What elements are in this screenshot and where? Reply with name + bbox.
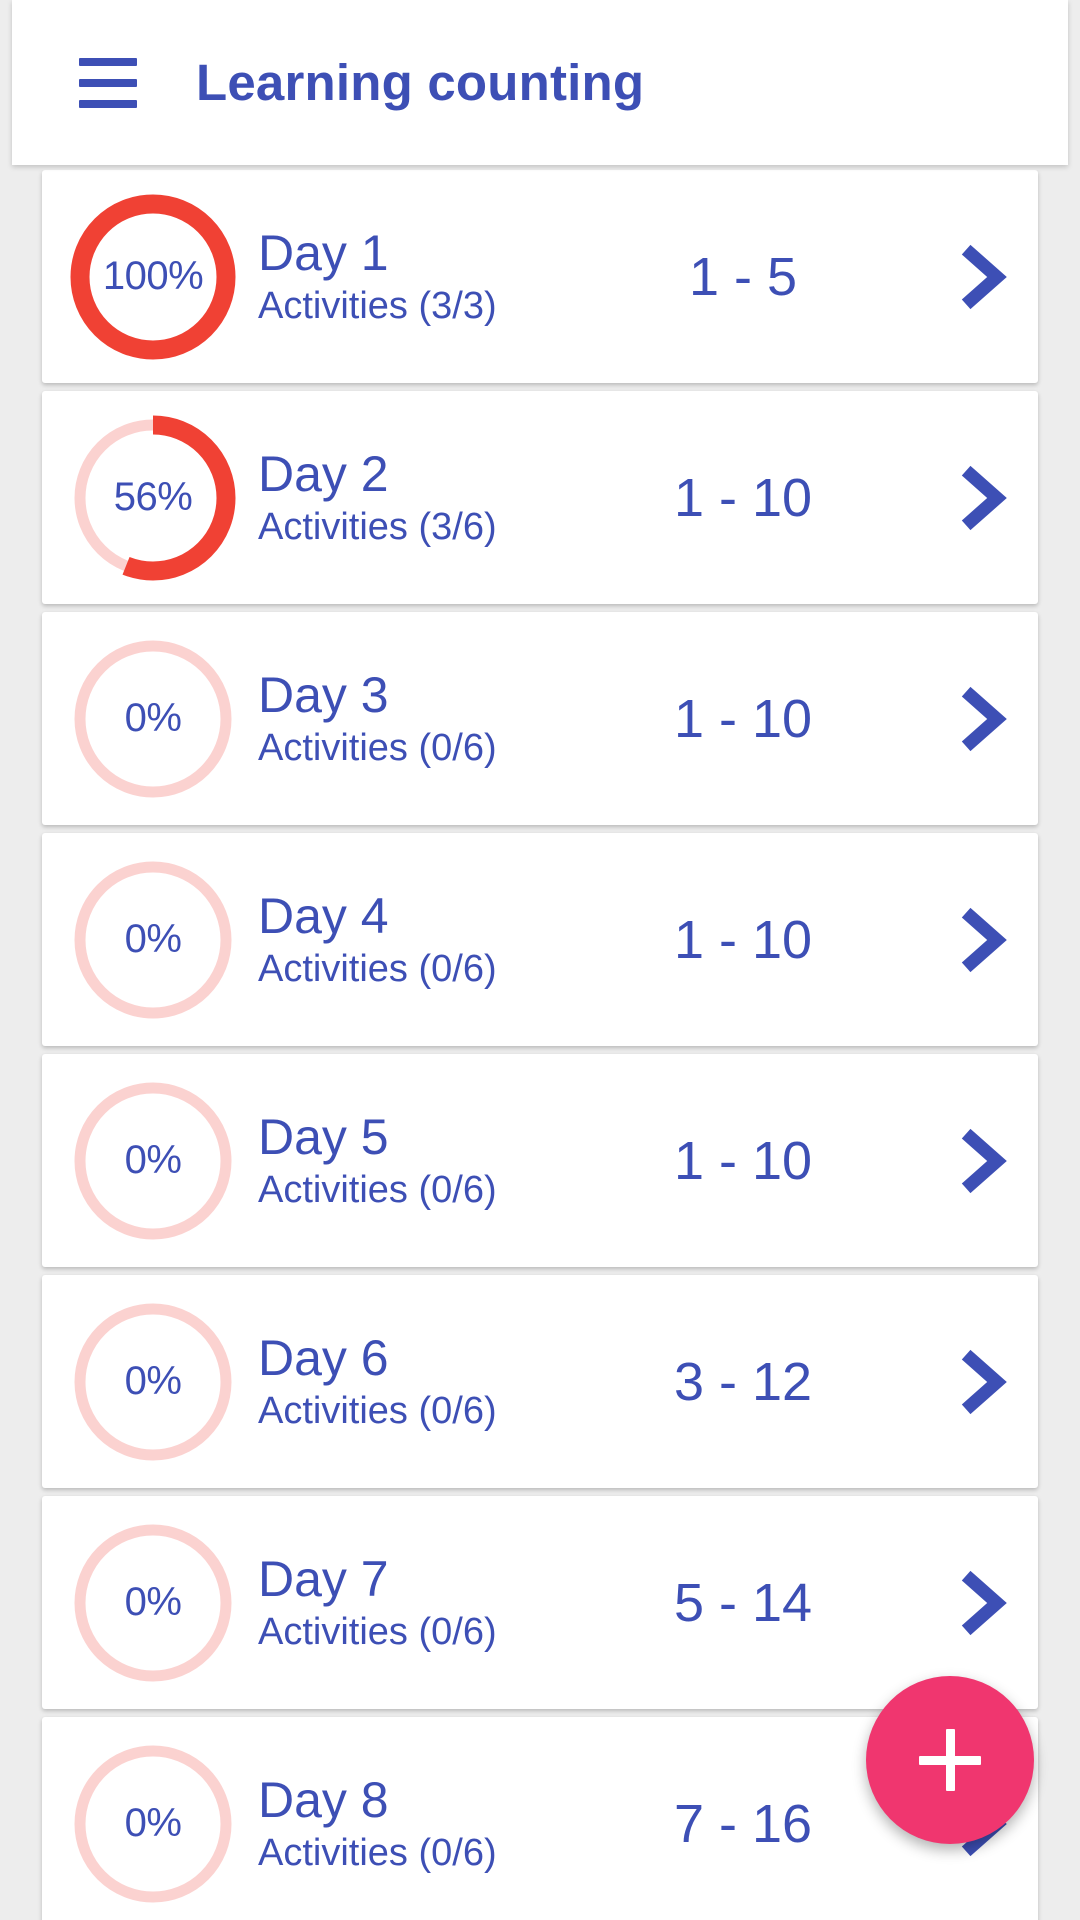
day-activities-count: Activities (0/6)	[258, 1389, 497, 1432]
progress-ring: 0%	[62, 1291, 244, 1473]
progress-percent-label: 100%	[102, 254, 204, 298]
day-list-item[interactable]: 0% Day 7 Activities (0/6) 5 - 14	[42, 1496, 1038, 1709]
progress-percent-label: 0%	[124, 917, 182, 961]
chevron-right-icon[interactable]	[928, 222, 1038, 332]
day-number-range: 3 - 12	[673, 1351, 813, 1412]
day-list-item[interactable]: 100% Day 1 Activities (3/3) 1 - 5	[42, 170, 1038, 383]
menu-bar-1	[79, 57, 137, 66]
day-title: Day 7	[258, 1550, 389, 1607]
menu-bar-3	[79, 99, 137, 108]
progress-percent-label: 0%	[124, 1138, 182, 1182]
day-number-range: 1 - 10	[673, 467, 813, 528]
day-info: Day 5 Activities (0/6)	[258, 1110, 588, 1211]
day-title: Day 3	[258, 666, 389, 723]
day-activities-count: Activities (0/6)	[258, 726, 497, 769]
add-day-fab-button[interactable]	[866, 1676, 1034, 1844]
progress-ring: 0%	[62, 1070, 244, 1252]
day-activities-count: Activities (0/6)	[258, 1831, 497, 1874]
day-title: Day 2	[258, 445, 389, 502]
day-title: Day 6	[258, 1329, 389, 1386]
chevron-right-icon[interactable]	[928, 1327, 1038, 1437]
plus-icon-vertical	[945, 1729, 955, 1791]
progress-percent-label: 0%	[124, 1801, 182, 1845]
progress-ring: 0%	[62, 1733, 244, 1915]
day-list-item[interactable]: 0% Day 6 Activities (0/6) 3 - 12	[42, 1275, 1038, 1488]
day-info: Day 1 Activities (3/3)	[258, 226, 588, 327]
day-list[interactable]: 100% Day 1 Activities (3/3) 1 - 5 56% Day 2 Ac…	[0, 170, 1080, 1920]
day-title: Day 5	[258, 1108, 389, 1165]
day-info: Day 6 Activities (0/6)	[258, 1331, 588, 1432]
day-activities-count: Activities (3/3)	[258, 284, 497, 327]
day-list-item[interactable]: 56% Day 2 Activities (3/6) 1 - 10	[42, 391, 1038, 604]
day-info: Day 8 Activities (0/6)	[258, 1773, 588, 1874]
day-activities-count: Activities (3/6)	[258, 505, 497, 548]
day-list-item[interactable]: 0% Day 3 Activities (0/6) 1 - 10	[42, 612, 1038, 825]
hamburger-menu-icon[interactable]	[60, 35, 156, 131]
progress-ring: 100%	[62, 186, 244, 368]
day-number-range: 1 - 10	[673, 688, 813, 749]
day-list-item[interactable]: 0% Day 4 Activities (0/6) 1 - 10	[42, 833, 1038, 1046]
progress-ring: 0%	[62, 628, 244, 810]
page-title: Learning counting	[196, 54, 645, 111]
day-title: Day 1	[258, 224, 389, 281]
chevron-right-icon[interactable]	[928, 443, 1038, 553]
chevron-right-icon[interactable]	[928, 1548, 1038, 1658]
day-number-range: 1 - 10	[673, 909, 813, 970]
day-activities-count: Activities (0/6)	[258, 1168, 497, 1211]
day-info: Day 3 Activities (0/6)	[258, 668, 588, 769]
day-number-range: 1 - 10	[673, 1130, 813, 1191]
progress-ring: 56%	[62, 407, 244, 589]
progress-ring: 0%	[62, 849, 244, 1031]
chevron-right-icon[interactable]	[928, 1106, 1038, 1216]
day-info: Day 7 Activities (0/6)	[258, 1552, 588, 1653]
day-activities-count: Activities (0/6)	[258, 947, 497, 990]
app-bar: Learning counting	[12, 0, 1068, 165]
progress-ring: 0%	[62, 1512, 244, 1694]
chevron-right-icon[interactable]	[928, 664, 1038, 774]
menu-bar-2	[79, 78, 137, 87]
day-number-range: 5 - 14	[673, 1572, 813, 1633]
day-list-item[interactable]: 0% Day 5 Activities (0/6) 1 - 10	[42, 1054, 1038, 1267]
day-activities-count: Activities (0/6)	[258, 1610, 497, 1653]
day-info: Day 2 Activities (3/6)	[258, 447, 588, 548]
progress-percent-label: 0%	[124, 1580, 182, 1624]
day-title: Day 4	[258, 887, 389, 944]
chevron-right-icon[interactable]	[928, 885, 1038, 995]
progress-percent-label: 0%	[124, 1359, 182, 1403]
day-number-range: 1 - 5	[688, 246, 798, 307]
progress-percent-label: 0%	[124, 696, 182, 740]
progress-percent-label: 56%	[113, 475, 193, 519]
day-title: Day 8	[258, 1771, 389, 1828]
day-info: Day 4 Activities (0/6)	[258, 889, 588, 990]
